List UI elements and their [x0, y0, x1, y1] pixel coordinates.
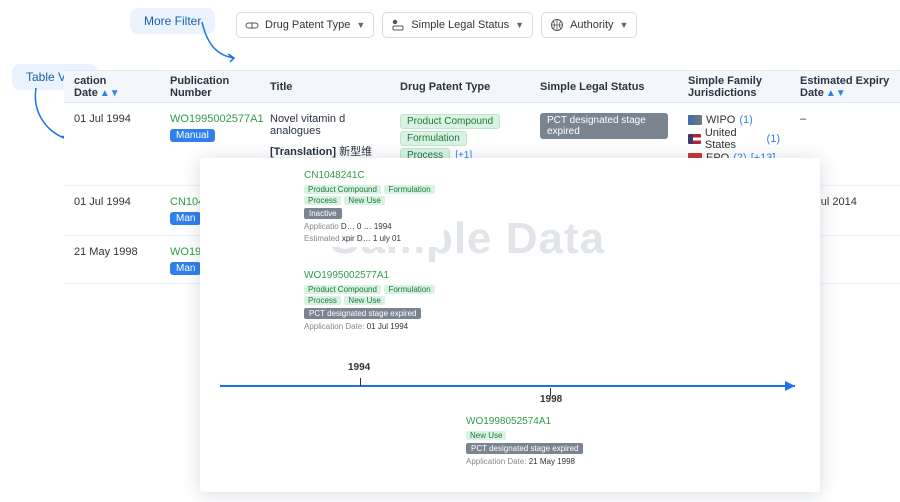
type-tag: Product Compound	[304, 185, 381, 194]
timeline-card[interactable]: WO1998052574A1 New Use PCT designated st…	[460, 412, 620, 470]
filter-authority[interactable]: Authority ▼	[541, 12, 637, 38]
timeline-panel: Sample Data CN1048241C Product Compound …	[200, 158, 820, 492]
col-simple-legal-status[interactable]: Simple Legal Status	[530, 75, 678, 99]
chevron-down-icon: ▼	[356, 20, 365, 30]
timeline-tick-label: 1998	[540, 394, 562, 405]
pill-icon	[245, 18, 259, 32]
type-tag: New Use	[344, 196, 384, 205]
pubnum-link[interactable]: WO1995002577A1	[170, 113, 264, 125]
cell-pubnum: WO1995002577A1 Manual	[160, 107, 260, 148]
type-tag: Process	[304, 196, 341, 205]
status-tag: Inactive	[304, 208, 342, 219]
filter-label: Drug Patent Type	[265, 19, 350, 31]
col-publication-number[interactable]: Publication Number	[160, 69, 260, 105]
timeline-pubnum[interactable]: WO1998052574A1	[466, 416, 614, 427]
filter-drug-patent-type[interactable]: Drug Patent Type ▼	[236, 12, 374, 38]
col-drug-patent-type[interactable]: Drug Patent Type	[390, 75, 530, 99]
chevron-down-icon: ▼	[515, 20, 524, 30]
type-tag: New Use	[466, 431, 506, 440]
badge-manual: Man	[170, 212, 201, 225]
type-tag: Product Compound	[400, 114, 500, 129]
sort-icon: ▲▼	[100, 88, 120, 99]
filter-label: Simple Legal Status	[411, 19, 509, 31]
timeline-card[interactable]: WO1995002577A1 Product Compound Formulat…	[298, 266, 458, 335]
wipo-flag-icon	[688, 115, 702, 125]
type-tag: Process	[304, 296, 341, 305]
col-jurisdictions[interactable]: Simple Family Jurisdictions	[678, 69, 790, 105]
timeline-pubnum[interactable]: WO1995002577A1	[304, 270, 452, 281]
filter-bar: Drug Patent Type ▼ Simple Legal Status ▼…	[236, 12, 637, 38]
status-icon	[391, 18, 405, 32]
arrow-to-filter	[200, 18, 240, 66]
timeline-tick	[360, 378, 361, 386]
cell-pubdate: 21 May 1998	[64, 240, 160, 264]
timeline-card[interactable]: CN1048241C Product Compound Formulation …	[298, 166, 444, 247]
cell-pubdate: 01 Jul 1994	[64, 190, 160, 214]
timeline-tick-label: 1994	[348, 362, 370, 373]
badge-manual: Manual	[170, 129, 215, 142]
timeline-pubnum[interactable]: CN1048241C	[304, 170, 438, 181]
sort-icon: ▲▼	[826, 88, 846, 99]
table-header: cation Date▲▼ Publication Number Title D…	[64, 71, 900, 103]
filter-label: Authority	[570, 19, 613, 31]
col-publication-date[interactable]: cation Date▲▼	[64, 69, 160, 105]
globe-icon	[550, 18, 564, 32]
cell-status: PCT designated stage expired	[530, 107, 678, 145]
col-expiry[interactable]: Estimated Expiry Date▲▼	[790, 69, 900, 105]
status-tag: PCT designated stage expired	[540, 113, 668, 139]
status-tag: PCT designated stage expired	[304, 308, 421, 319]
type-tag: Formulation	[384, 185, 434, 194]
type-tag: Product Compound	[304, 285, 381, 294]
type-tag: New Use	[344, 296, 384, 305]
cell-expiry: –	[790, 107, 900, 131]
us-flag-icon	[688, 134, 701, 144]
pubnum-link[interactable]: WO19	[170, 246, 201, 258]
type-tag: Formulation	[384, 285, 434, 294]
chevron-down-icon: ▼	[620, 20, 629, 30]
type-tag: Formulation	[400, 131, 467, 146]
filter-simple-legal-status[interactable]: Simple Legal Status ▼	[382, 12, 533, 38]
badge-manual: Man	[170, 262, 201, 275]
status-tag: PCT designated stage expired	[466, 443, 583, 454]
col-title[interactable]: Title	[260, 75, 390, 99]
cell-pubdate: 01 Jul 1994	[64, 107, 160, 131]
